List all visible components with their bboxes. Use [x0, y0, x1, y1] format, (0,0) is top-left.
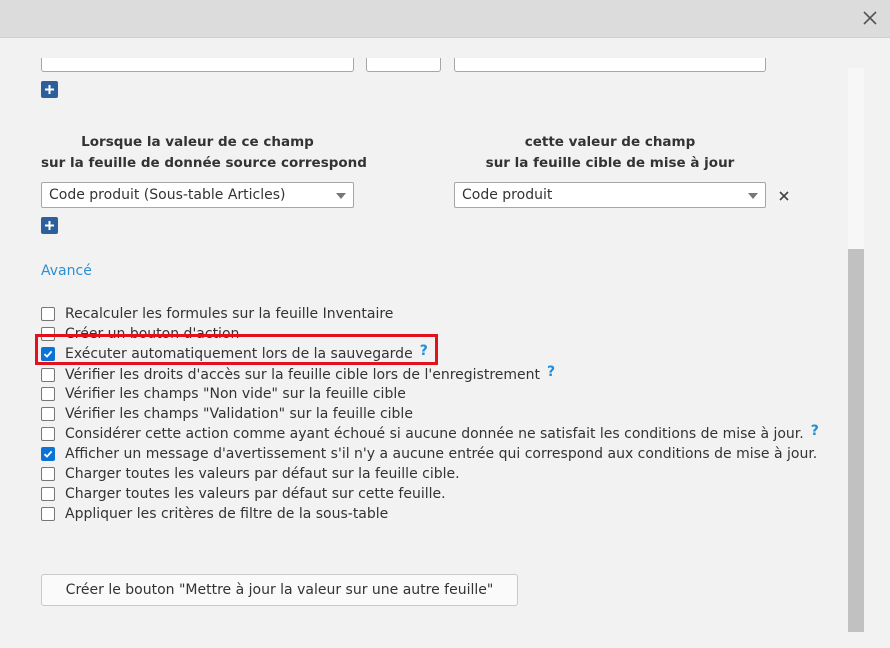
target-header-line1: cette valeur de champ — [524, 134, 696, 150]
option-row[interactable]: Charger toutes les valeurs par défaut su… — [41, 464, 460, 484]
option-row[interactable]: Vérifier les droits d'accès sur la feuil… — [41, 364, 555, 385]
source-field-header: Lorsque la valeur de ce champ sur la feu… — [41, 132, 367, 174]
create-update-button[interactable]: Créer le bouton "Mettre à jour la valeur… — [41, 574, 518, 606]
option-label: Vérifier les champs "Validation" sur la … — [65, 406, 413, 422]
option-checkbox[interactable] — [41, 427, 55, 441]
option-label: Vérifier les champs "Non vide" sur la fe… — [65, 386, 406, 402]
previous-target-select[interactable] — [454, 58, 766, 72]
option-row[interactable]: Charger toutes les valeurs par défaut su… — [41, 484, 446, 504]
option-checkbox[interactable] — [41, 467, 55, 481]
plus-icon — [45, 85, 54, 94]
target-field-header: cette valeur de champ sur la feuille cib… — [454, 132, 766, 174]
help-icon[interactable]: ? — [811, 423, 819, 439]
previous-operator-select[interactable] — [366, 58, 441, 72]
option-row[interactable]: Vérifier les champs "Validation" sur la … — [41, 404, 413, 424]
option-label: Charger toutes les valeurs par défaut su… — [65, 466, 460, 482]
target-field-value: Code produit — [462, 187, 553, 203]
plus-icon — [45, 221, 54, 230]
option-row[interactable]: Considérer cette action comme ayant écho… — [41, 423, 819, 444]
close-icon[interactable] — [860, 8, 880, 28]
option-checkbox[interactable] — [41, 487, 55, 501]
previous-source-select[interactable] — [41, 58, 354, 72]
option-row[interactable]: Recalculer les formules sur la feuille I… — [41, 304, 393, 324]
option-label: Afficher un message d'avertissement s'il… — [65, 446, 818, 462]
chevron-down-icon — [748, 193, 758, 199]
source-field-select[interactable]: Code produit (Sous-table Articles) — [41, 182, 354, 208]
option-label: Charger toutes les valeurs par défaut su… — [65, 486, 446, 502]
remove-row-icon[interactable] — [777, 188, 791, 202]
option-checkbox[interactable] — [41, 368, 55, 382]
option-label: Appliquer les critères de filtre de la s… — [65, 506, 389, 522]
source-field-value: Code produit (Sous-table Articles) — [49, 187, 286, 203]
help-icon[interactable]: ? — [547, 364, 555, 380]
option-checkbox[interactable] — [41, 307, 55, 321]
source-header-line1: Lorsque la valeur de ce champ — [81, 134, 314, 150]
option-checkbox[interactable] — [41, 387, 55, 401]
highlight-box — [35, 334, 438, 365]
add-mapping-button[interactable] — [41, 217, 58, 234]
source-header-line2: sur la feuille de donnée source correspo… — [41, 155, 367, 171]
option-checkbox[interactable] — [41, 447, 55, 461]
option-label: Considérer cette action comme ayant écho… — [65, 426, 804, 442]
add-row-button[interactable] — [41, 81, 58, 98]
checkmark-icon — [43, 450, 53, 458]
option-label: Vérifier les droits d'accès sur la feuil… — [65, 367, 541, 383]
advanced-link[interactable]: Avancé — [41, 263, 92, 279]
scrollbar-thumb[interactable] — [848, 249, 864, 632]
target-header-line2: sur la feuille cible de mise à jour — [485, 155, 735, 171]
option-label: Recalculer les formules sur la feuille I… — [65, 306, 394, 322]
dialog-header — [0, 0, 890, 38]
option-row[interactable]: Afficher un message d'avertissement s'il… — [41, 444, 817, 464]
option-checkbox[interactable] — [41, 407, 55, 421]
target-field-select[interactable]: Code produit — [454, 182, 766, 208]
chevron-down-icon — [336, 193, 346, 199]
option-row[interactable]: Appliquer les critères de filtre de la s… — [41, 504, 388, 524]
option-checkbox[interactable] — [41, 507, 55, 521]
option-row[interactable]: Vérifier les champs "Non vide" sur la fe… — [41, 384, 406, 404]
